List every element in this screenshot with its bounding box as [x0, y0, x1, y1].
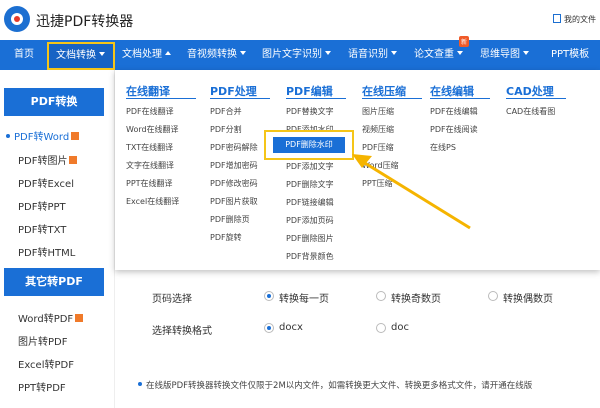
annotation-arrow [352, 154, 471, 230]
